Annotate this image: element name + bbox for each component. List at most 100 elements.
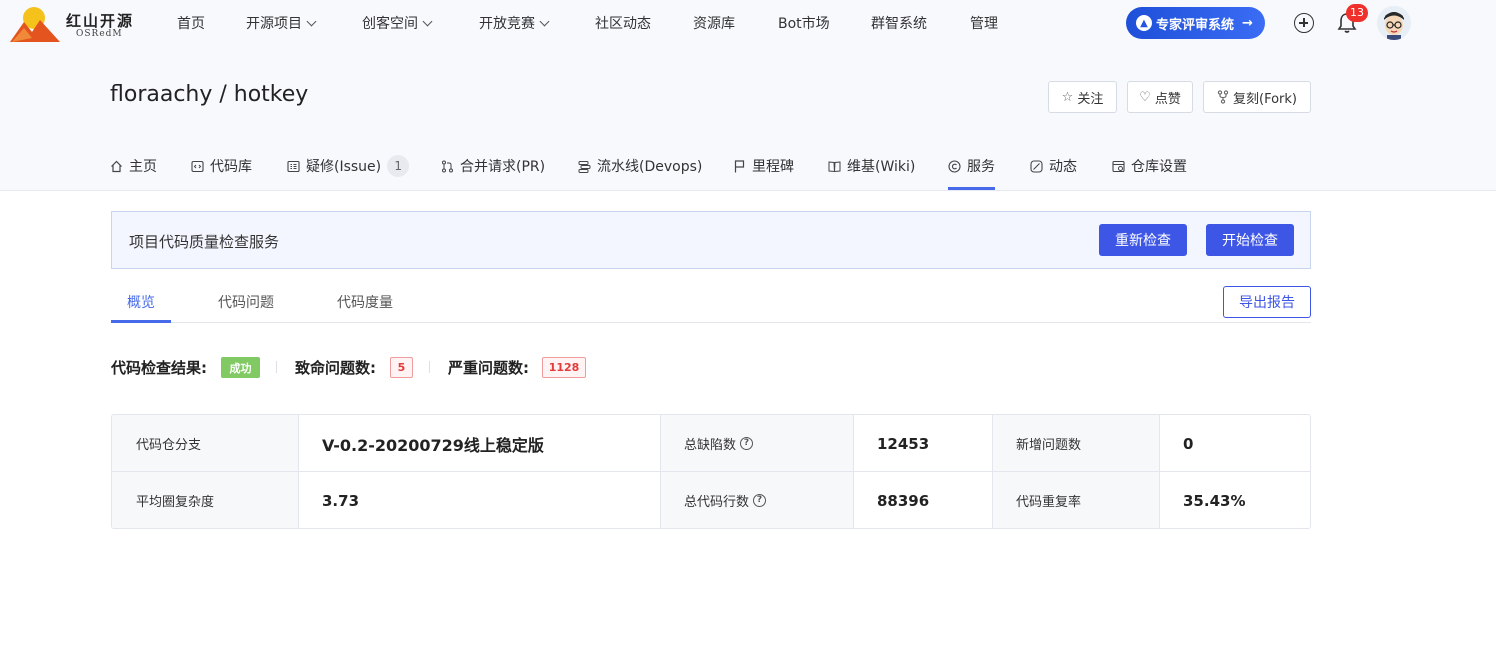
expert-review-button[interactable]: ▲ 专家评审系统 → bbox=[1126, 7, 1265, 39]
new-issues-label: 新增问题数 bbox=[992, 415, 1159, 472]
avatar-image bbox=[1377, 6, 1411, 40]
nav-item-swarm[interactable]: 群智系统 bbox=[871, 13, 927, 33]
nav-item-competitions[interactable]: 开放竞赛 bbox=[479, 13, 550, 33]
fork-label: 复刻(Fork) bbox=[1233, 91, 1297, 107]
total-lines-label: 总代码行数 ? bbox=[660, 472, 853, 528]
nav-item-label: 开源项目 bbox=[246, 16, 302, 32]
nav-item-resources[interactable]: 资源库 bbox=[693, 13, 735, 33]
check-result-label: 代码检查结果: bbox=[111, 359, 207, 377]
graduation-cap-icon: ▲ bbox=[1136, 15, 1152, 31]
divider bbox=[276, 361, 277, 373]
subtab-code-issues[interactable]: 代码问题 bbox=[218, 292, 274, 312]
service-panel: 项目代码质量检查服务 重新检查 开始检查 bbox=[111, 211, 1311, 269]
tab-code[interactable]: 代码库 bbox=[191, 156, 252, 176]
help-icon[interactable]: ? bbox=[753, 494, 767, 507]
help-icon[interactable]: ? bbox=[740, 437, 754, 450]
divider bbox=[429, 361, 430, 373]
pull-request-icon bbox=[442, 160, 453, 172]
tab-services[interactable]: 服务 bbox=[948, 156, 995, 176]
fatal-issues-label: 致命问题数: bbox=[295, 359, 376, 377]
nav-item-home[interactable]: 首页 bbox=[177, 13, 205, 33]
tab-label: 流水线(Devops) bbox=[597, 159, 703, 175]
activity-icon bbox=[1030, 159, 1043, 173]
export-report-button[interactable]: 导出报告 bbox=[1223, 286, 1311, 318]
subtab-overview[interactable]: 概览 bbox=[127, 292, 155, 312]
fork-button[interactable]: 复刻(Fork) bbox=[1203, 81, 1311, 113]
active-tab-indicator bbox=[948, 187, 995, 190]
plus-icon[interactable] bbox=[1294, 13, 1314, 33]
tab-label: 服务 bbox=[967, 159, 995, 175]
notification-badge: 13 bbox=[1346, 4, 1368, 22]
col-divider bbox=[1159, 415, 1160, 528]
col-divider bbox=[992, 415, 993, 528]
tab-milestones[interactable]: 里程碑 bbox=[733, 156, 794, 176]
branch-value: V-0.2-20200729线上稳定版 bbox=[298, 415, 660, 472]
status-badge: 成功 bbox=[221, 357, 260, 378]
nav-item-label: 管理 bbox=[970, 16, 998, 32]
star-icon: ☆ bbox=[1061, 89, 1074, 105]
tab-label: 合并请求(PR) bbox=[460, 159, 546, 175]
start-check-button[interactable]: 开始检查 bbox=[1206, 224, 1294, 256]
home-icon bbox=[111, 160, 122, 172]
issue-count-badge: 1 bbox=[387, 155, 410, 177]
branch-label: 代码仓分支 bbox=[112, 415, 298, 472]
watch-button[interactable]: ☆ 关注 bbox=[1048, 81, 1117, 113]
tab-label: 主页 bbox=[129, 159, 157, 175]
logo-icon bbox=[10, 7, 60, 42]
fatal-issues-count: 5 bbox=[390, 357, 413, 378]
issue-icon bbox=[287, 160, 300, 172]
tab-repo-settings[interactable]: 仓库设置 bbox=[1112, 156, 1187, 176]
recheck-button[interactable]: 重新检查 bbox=[1099, 224, 1187, 256]
nav-item-label: 社区动态 bbox=[595, 16, 651, 32]
expert-review-label: 专家评审系统 bbox=[1156, 17, 1235, 33]
avatar[interactable] bbox=[1377, 6, 1411, 40]
col-divider bbox=[298, 415, 299, 528]
tab-activity[interactable]: 动态 bbox=[1030, 156, 1077, 176]
subtabs-divider bbox=[111, 322, 1311, 323]
tab-home[interactable]: 主页 bbox=[110, 156, 157, 176]
like-button[interactable]: ♡ 点赞 bbox=[1127, 81, 1193, 113]
tab-issues[interactable]: 疑修(Issue) 1 bbox=[287, 155, 410, 177]
like-label: 点赞 bbox=[1154, 91, 1181, 107]
nav-item-projects[interactable]: 开源项目 bbox=[246, 13, 317, 33]
nav-item-bot-market[interactable]: Bot市场 bbox=[778, 13, 830, 33]
total-defects-value: 12453 bbox=[853, 415, 992, 472]
service-icon bbox=[948, 159, 961, 173]
code-icon bbox=[191, 160, 204, 172]
nav-item-admin[interactable]: 管理 bbox=[970, 13, 998, 33]
tab-label: 疑修(Issue) bbox=[306, 159, 382, 175]
chevron-down-icon bbox=[422, 16, 433, 27]
nav-item-label: 创客空间 bbox=[362, 16, 418, 32]
tab-label: 里程碑 bbox=[752, 159, 794, 175]
nav-item-label: 群智系统 bbox=[871, 16, 927, 32]
dup-rate-label: 代码重复率 bbox=[992, 472, 1159, 528]
top-navbar: 红山开源 OSRedM 首页 开源项目 创客空间 开放竞赛 社区动态 资源库 B… bbox=[0, 0, 1496, 46]
heart-icon: ♡ bbox=[1139, 89, 1151, 105]
brand-logo[interactable]: 红山开源 OSRedM bbox=[10, 4, 132, 44]
tab-label: 动态 bbox=[1049, 159, 1077, 175]
active-subtab-indicator bbox=[111, 320, 171, 323]
chevron-down-icon bbox=[306, 16, 317, 27]
book-icon bbox=[828, 160, 841, 172]
total-lines-value: 88396 bbox=[853, 472, 992, 528]
nav-item-maker[interactable]: 创客空间 bbox=[362, 13, 433, 33]
service-title: 项目代码质量检查服务 bbox=[129, 233, 280, 251]
tab-pull-requests[interactable]: 合并请求(PR) bbox=[441, 156, 545, 176]
avg-complexity-value: 3.73 bbox=[298, 472, 660, 528]
severe-issues-label: 严重问题数: bbox=[448, 359, 529, 377]
subtab-code-metrics[interactable]: 代码度量 bbox=[337, 292, 393, 312]
col-divider bbox=[660, 415, 661, 528]
new-issues-value: 0 bbox=[1159, 415, 1310, 472]
nav-item-community[interactable]: 社区动态 bbox=[595, 13, 651, 33]
brand-name-en: OSRedM bbox=[76, 29, 123, 39]
nav-item-label: 资源库 bbox=[693, 16, 735, 32]
settings-icon bbox=[1112, 160, 1125, 172]
tab-wiki[interactable]: 维基(Wiki) bbox=[828, 156, 915, 176]
repo-title[interactable]: floraachy / hotkey bbox=[110, 82, 308, 107]
tab-devops[interactable]: 流水线(Devops) bbox=[578, 156, 702, 176]
brand-name-cn: 红山开源 bbox=[66, 12, 135, 30]
avg-complexity-label: 平均圈复杂度 bbox=[112, 472, 298, 528]
flag-icon bbox=[734, 159, 745, 172]
col-divider bbox=[853, 415, 854, 528]
tab-label: 维基(Wiki) bbox=[847, 159, 916, 175]
